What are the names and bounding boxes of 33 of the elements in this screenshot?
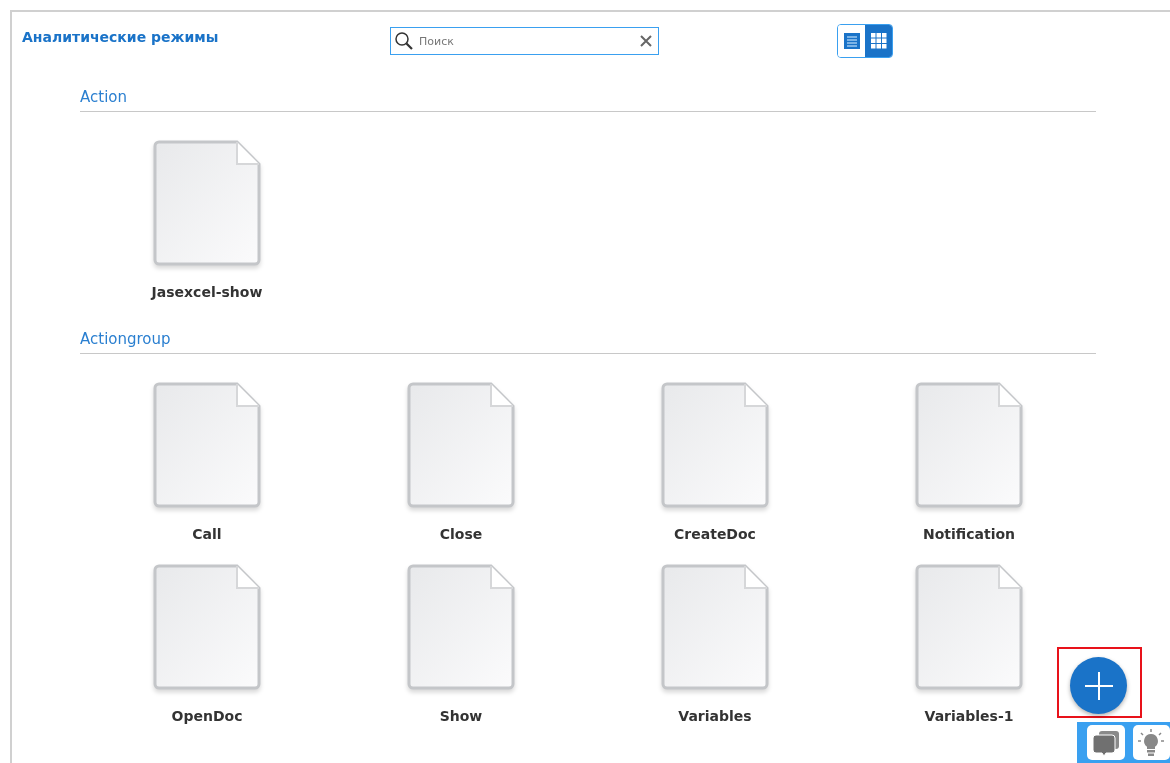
item-label[interactable]: Variables <box>678 708 752 724</box>
item-label[interactable]: OpenDoc <box>171 708 243 724</box>
document-icon <box>151 382 263 510</box>
search-field[interactable]: Поиск <box>390 27 659 55</box>
document-icon <box>913 564 1025 692</box>
section-heading: Actiongroup <box>80 330 1096 354</box>
idea-button[interactable] <box>1132 725 1170 760</box>
document-icon <box>659 564 771 692</box>
item-label[interactable]: Notification <box>923 526 1015 542</box>
add-button[interactable] <box>1070 657 1127 714</box>
section-heading: Action <box>80 88 1096 112</box>
item-label[interactable]: Close <box>439 526 483 542</box>
plus-icon <box>1083 670 1114 701</box>
list-view-icon <box>842 32 861 50</box>
document-icon <box>151 564 263 692</box>
item-label[interactable]: Show <box>439 708 483 724</box>
document-icon <box>405 564 517 692</box>
item-label[interactable]: CreateDoc <box>674 526 756 542</box>
item-label[interactable]: Call <box>192 526 222 542</box>
clear-icon[interactable] <box>639 34 653 48</box>
item-label[interactable]: Variables-1 <box>924 708 1014 724</box>
document-icon <box>151 140 263 268</box>
page-title: Аналитические режимы <box>22 29 220 45</box>
lightbulb-icon <box>1137 727 1166 758</box>
document-icon <box>659 382 771 510</box>
chat-button[interactable] <box>1087 725 1125 760</box>
grid-view-button[interactable] <box>865 25 892 57</box>
chat-icon <box>1091 728 1120 757</box>
document-icon <box>913 382 1025 510</box>
grid-view-icon <box>870 33 887 49</box>
document-icon <box>405 382 517 510</box>
item-label[interactable]: Jasexcel-show <box>151 284 263 300</box>
search-icon <box>394 31 414 51</box>
